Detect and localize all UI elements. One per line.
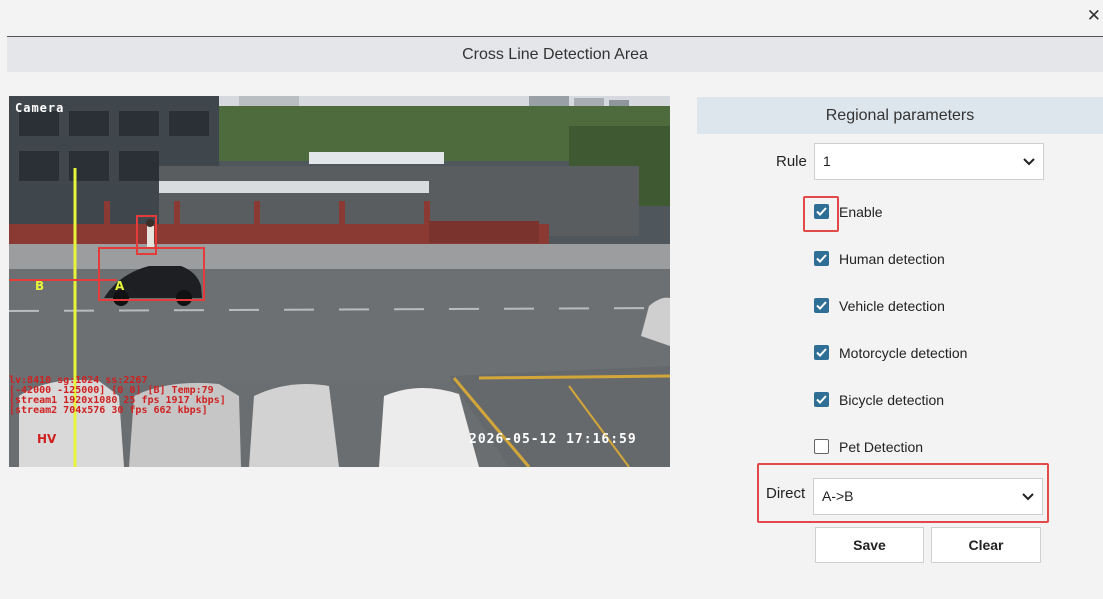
option-label: Human detection — [839, 251, 945, 267]
checkbox-checked-icon — [814, 298, 829, 313]
checkbox-unchecked-icon — [814, 439, 829, 454]
marker-a: A — [115, 279, 125, 293]
osd-stats: lv:8410 sg:1024 ss:2267 [-42000 -125000]… — [9, 376, 226, 416]
marker-b: B — [35, 279, 45, 293]
direct-label: Direct — [766, 485, 806, 502]
checkbox-checked-icon — [814, 251, 829, 266]
checkbox-checked-icon — [814, 392, 829, 407]
option-label: Motorcycle detection — [839, 345, 968, 361]
dialog-title: Cross Line Detection Area — [7, 36, 1103, 72]
checkbox-checked-icon — [814, 345, 829, 360]
camera-preview[interactable]: Camera A B lv:8410 sg:1024 ss:2267 [-420… — [9, 96, 670, 467]
top-bar: ✕ — [0, 0, 1103, 36]
rule-select[interactable]: 1 — [814, 143, 1044, 180]
clear-button[interactable]: Clear — [931, 527, 1041, 563]
option-label: Pet Detection — [839, 439, 924, 455]
save-button[interactable]: Save — [815, 527, 924, 563]
direct-select[interactable]: A->B — [813, 478, 1043, 515]
regional-parameters-panel: Regional parameters Rule 1 Enable Human … — [697, 97, 1103, 587]
rule-select-value: 1 — [823, 153, 831, 169]
camera-timestamp: 2026-05-12 17:16:59 — [469, 432, 637, 447]
option-label: Vehicle detection — [839, 298, 945, 314]
chevron-down-icon — [1023, 157, 1035, 165]
option-label: Bicycle detection — [839, 392, 945, 408]
checkbox-checked-icon — [814, 204, 829, 219]
osd-hv: HV — [37, 432, 57, 446]
rule-label: Rule — [776, 153, 807, 170]
chevron-down-icon — [1022, 492, 1034, 500]
camera-label: Camera — [15, 101, 65, 115]
enable-label: Enable — [839, 204, 883, 220]
panel-header: Regional parameters — [697, 97, 1103, 134]
close-icon[interactable]: ✕ — [1087, 6, 1101, 26]
osd-line: [stream2 704x576 30 fps 662 kbps] — [9, 405, 208, 416]
direct-select-value: A->B — [822, 488, 854, 504]
